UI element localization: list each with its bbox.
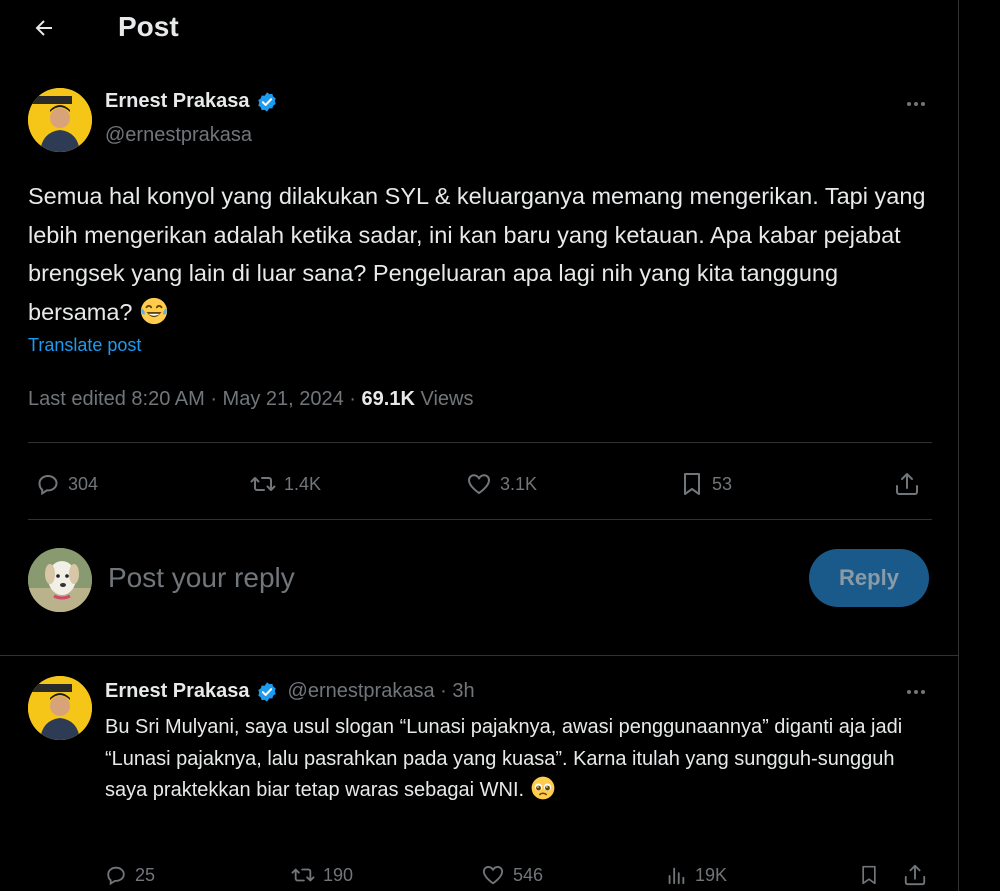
reply-views-action[interactable]: 19K <box>665 860 727 890</box>
bookmark-count: 53 <box>712 473 733 494</box>
repost-icon <box>291 868 315 882</box>
views-label: Views <box>414 388 474 410</box>
author-avatar-image <box>28 88 92 152</box>
bookmark-action[interactable]: 53 <box>680 462 732 506</box>
more-dots-icon <box>907 102 911 106</box>
verified-badge-icon <box>257 681 276 702</box>
share-icon <box>896 473 918 495</box>
post-timestamp[interactable]: Last edited 8:20 AM · May 21, 2024 · <box>28 388 362 410</box>
reply-reply-count: 25 <box>135 864 156 885</box>
dog-avatar-image <box>28 548 92 612</box>
repost-icon <box>250 477 276 491</box>
pleading-face-emoji-icon <box>531 776 555 800</box>
reply-views-count: 19K <box>695 864 728 885</box>
page-header: Post <box>0 0 958 56</box>
heart-icon <box>482 866 504 885</box>
analytics-icon <box>668 867 685 885</box>
reply-text: Bu Sri Mulyani, saya usul slogan “Lunasi… <box>105 712 935 807</box>
reply-like-action[interactable]: 546 <box>481 860 543 890</box>
avatar[interactable] <box>28 88 92 152</box>
heart-icon <box>467 474 491 495</box>
reply-reply-action[interactable]: 25 <box>105 860 155 890</box>
right-pane <box>960 0 1000 891</box>
more-options-button[interactable] <box>898 92 934 116</box>
reply-share-action[interactable] <box>903 860 927 890</box>
post-meta: Last edited 8:20 AM · May 21, 2024 · 69.… <box>28 388 473 411</box>
reply-input[interactable]: Post your reply <box>108 562 295 594</box>
back-button[interactable] <box>24 8 64 48</box>
post-text: Semua hal konyol yang dilakukan SYL & ke… <box>28 177 938 331</box>
page-title: Post <box>118 11 179 42</box>
like-count: 3.1K <box>500 473 538 494</box>
current-user-avatar[interactable] <box>28 548 92 612</box>
bookmark-icon <box>684 473 700 495</box>
divider <box>28 442 932 443</box>
reply-bookmark-action[interactable] <box>859 860 879 890</box>
post-actions: 304 1.4K 3.1K 53 <box>28 462 932 506</box>
laughing-tears-emoji-icon <box>140 297 168 324</box>
reply-button[interactable]: Reply <box>809 549 929 607</box>
reply-more-options-button[interactable] <box>898 680 934 704</box>
author-name-text: Ernest Prakasa <box>105 90 250 112</box>
verified-badge-icon <box>257 91 276 112</box>
reply-action[interactable]: 304 <box>36 462 98 506</box>
share-action[interactable] <box>894 462 920 506</box>
reply-like-count: 546 <box>513 864 544 885</box>
reply-author-line: Ernest Prakasa @ernestprakasa · 3h <box>105 680 475 703</box>
divider <box>28 519 932 520</box>
reply-icon <box>107 866 125 886</box>
reply-icon <box>38 474 58 496</box>
author-name[interactable]: Ernest Prakasa <box>105 90 278 113</box>
main-column: Post Ernest Prakasa @ernestprakasa Semua… <box>0 0 959 891</box>
repost-action[interactable]: 1.4K <box>250 462 321 506</box>
bookmark-icon <box>862 865 876 885</box>
author-avatar-image <box>28 676 92 740</box>
reply-body: Bu Sri Mulyani, saya usul slogan “Lunasi… <box>105 716 903 801</box>
more-dots-icon <box>907 690 911 694</box>
repost-count: 1.4K <box>284 473 322 494</box>
reply-count: 304 <box>68 473 99 494</box>
divider <box>0 655 958 656</box>
reply-actions: 25 190 546 19K <box>105 860 935 890</box>
reply-author-handle[interactable]: @ernestprakasa · 3h <box>288 680 475 703</box>
like-action[interactable]: 3.1K <box>466 462 537 506</box>
reply-author-avatar[interactable] <box>28 676 92 740</box>
author-handle[interactable]: @ernestprakasa <box>105 124 252 147</box>
reply-author-name[interactable]: Ernest Prakasa <box>105 680 250 703</box>
views-count: 69.1K <box>361 388 415 410</box>
arrow-left-icon <box>35 20 52 36</box>
reply-repost-action[interactable]: 190 <box>291 860 353 890</box>
reply-repost-count: 190 <box>323 864 354 885</box>
translate-post-link[interactable]: Translate post <box>28 335 141 356</box>
share-icon <box>904 864 926 886</box>
